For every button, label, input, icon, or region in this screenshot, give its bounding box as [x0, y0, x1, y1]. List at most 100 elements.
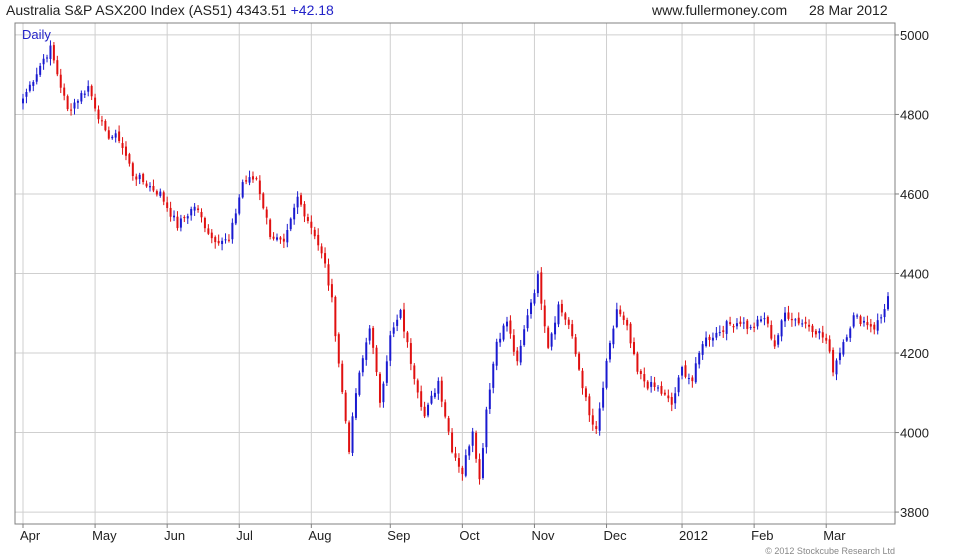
candle-body: [735, 323, 738, 327]
candle-body: [313, 229, 316, 237]
candle-body: [276, 237, 279, 240]
candle-body: [433, 392, 436, 397]
candle-body: [354, 393, 357, 418]
candle-body: [269, 219, 272, 237]
candle-body: [306, 217, 309, 221]
candle-body: [255, 178, 258, 180]
candle-body: [588, 396, 591, 416]
candle-body: [324, 253, 327, 264]
candle-body: [159, 191, 162, 196]
candle-body: [530, 302, 533, 315]
candle-body: [811, 325, 814, 332]
candle-body: [303, 203, 306, 217]
candle-body: [464, 455, 467, 476]
candle-body: [155, 191, 158, 195]
candle-body: [856, 315, 859, 317]
candle-body: [100, 120, 103, 122]
candle-body: [66, 96, 69, 110]
candle-body: [104, 120, 107, 131]
candle-body: [293, 207, 296, 220]
candle-body: [396, 319, 399, 326]
candle-body: [595, 426, 598, 429]
candle-body: [385, 361, 388, 383]
x-tick-label: Jun: [164, 528, 185, 543]
candle-body: [468, 446, 471, 456]
candle-body: [509, 320, 512, 334]
candle-body: [152, 185, 155, 191]
candle-body: [512, 335, 515, 352]
x-tick-label: Mar: [823, 528, 846, 543]
candle-body: [227, 239, 230, 241]
candle-body: [392, 327, 395, 334]
candle-body: [416, 380, 419, 393]
candle-body: [378, 373, 381, 403]
candle-body: [111, 136, 114, 139]
candle-body: [571, 324, 574, 337]
candle-body: [231, 222, 234, 240]
candle-body: [351, 416, 354, 453]
candle-body: [358, 372, 361, 395]
candle-body: [708, 336, 711, 341]
candle-body: [430, 395, 433, 404]
copyright-notice: © 2012 Stockcube Research Ltd: [765, 546, 895, 556]
candle-body: [52, 45, 55, 61]
candle-body: [578, 353, 581, 370]
candle-body: [481, 448, 484, 479]
candle-body: [526, 315, 529, 329]
candle-body: [536, 274, 539, 294]
candle-body: [320, 246, 323, 254]
candle-body: [862, 320, 865, 323]
candle-body: [605, 360, 608, 388]
candle-body: [784, 312, 787, 322]
candle-body: [475, 432, 478, 459]
candle-body: [238, 197, 241, 214]
candle-body: [766, 316, 769, 324]
x-tick-label: Feb: [751, 528, 773, 543]
candle-body: [835, 360, 838, 375]
candle-body: [632, 342, 635, 355]
candle-body: [413, 365, 416, 379]
candle-body: [440, 380, 443, 402]
candle-body: [602, 387, 605, 408]
candle-body: [471, 431, 474, 446]
candle-body: [286, 230, 289, 243]
candle-body: [46, 57, 49, 59]
candle-body: [698, 352, 701, 365]
candle-body: [399, 310, 402, 318]
candle-body: [32, 82, 35, 86]
candle-body: [25, 92, 28, 97]
candle-body: [234, 213, 237, 224]
candle-body: [742, 322, 745, 324]
candle-body: [869, 324, 872, 327]
candle-body: [787, 312, 790, 319]
candle-body: [722, 330, 725, 333]
candle-body: [124, 146, 127, 156]
candle-body: [262, 193, 265, 209]
candle-body: [516, 350, 519, 362]
candle-body: [224, 239, 227, 241]
candle-body: [533, 293, 536, 304]
candle-body: [28, 84, 31, 91]
candle-body: [375, 347, 378, 373]
candle-body: [203, 218, 206, 229]
candle-body: [478, 459, 481, 480]
candle-body: [107, 130, 110, 139]
candle-body: [128, 154, 131, 164]
candle-body: [403, 309, 406, 332]
x-tick-label: Aug: [308, 528, 331, 543]
candle-body: [770, 324, 773, 339]
candle-body: [725, 321, 728, 334]
candle-body: [461, 467, 464, 475]
candle-body: [873, 324, 876, 330]
candle-body: [663, 392, 666, 395]
candle-body: [35, 74, 38, 82]
period-label: Daily: [22, 27, 51, 42]
candle-body: [447, 418, 450, 432]
candle-body: [804, 321, 807, 324]
candle-body: [56, 60, 59, 75]
candle-body: [694, 363, 697, 383]
candle-body: [759, 319, 762, 322]
candle-body: [451, 432, 454, 453]
candle-body: [341, 363, 344, 393]
x-tick-label: Nov: [531, 528, 555, 543]
